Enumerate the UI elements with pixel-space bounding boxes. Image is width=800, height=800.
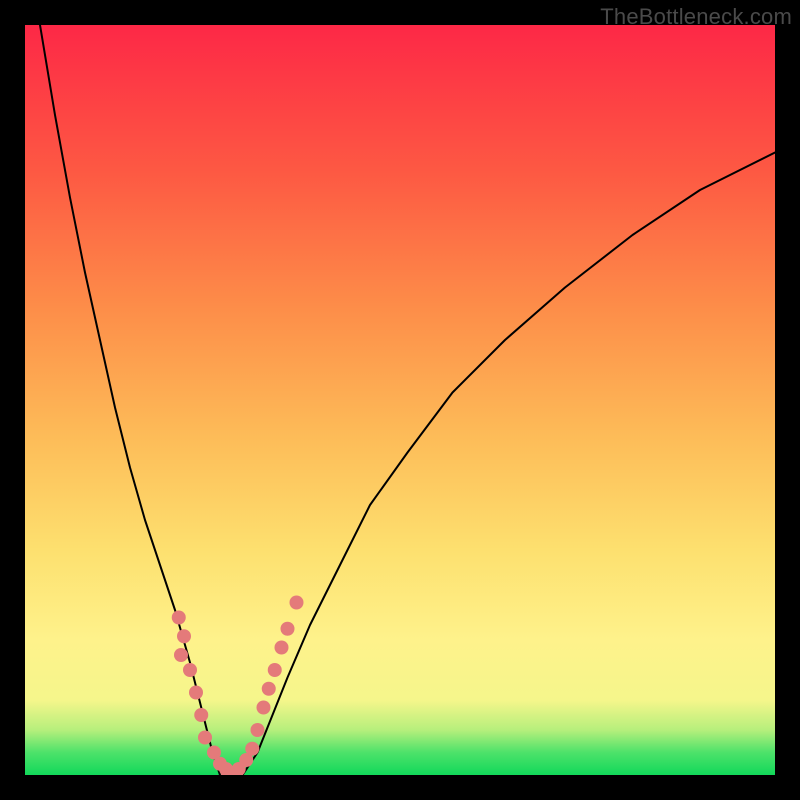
- dot-dots-left: [177, 629, 191, 643]
- dot-dots-left: [194, 708, 208, 722]
- dot-dots-right: [262, 682, 276, 696]
- dot-dots-right: [275, 641, 289, 655]
- dot-dots-right: [251, 723, 265, 737]
- dot-dots-left: [183, 663, 197, 677]
- dot-dots-right: [245, 742, 259, 756]
- gradient-background: [25, 25, 775, 775]
- dot-dots-left: [198, 731, 212, 745]
- dot-dots-right: [268, 663, 282, 677]
- chart-canvas: [25, 25, 775, 775]
- dot-dots-left: [172, 611, 186, 625]
- dot-dots-right: [290, 596, 304, 610]
- watermark-text: TheBottleneck.com: [600, 4, 792, 30]
- chart-frame: TheBottleneck.com: [0, 0, 800, 800]
- dot-dots-right: [257, 701, 271, 715]
- dot-dots-left: [174, 648, 188, 662]
- dot-dots-left: [189, 686, 203, 700]
- plot-area: [25, 25, 775, 775]
- dot-dots-right: [281, 622, 295, 636]
